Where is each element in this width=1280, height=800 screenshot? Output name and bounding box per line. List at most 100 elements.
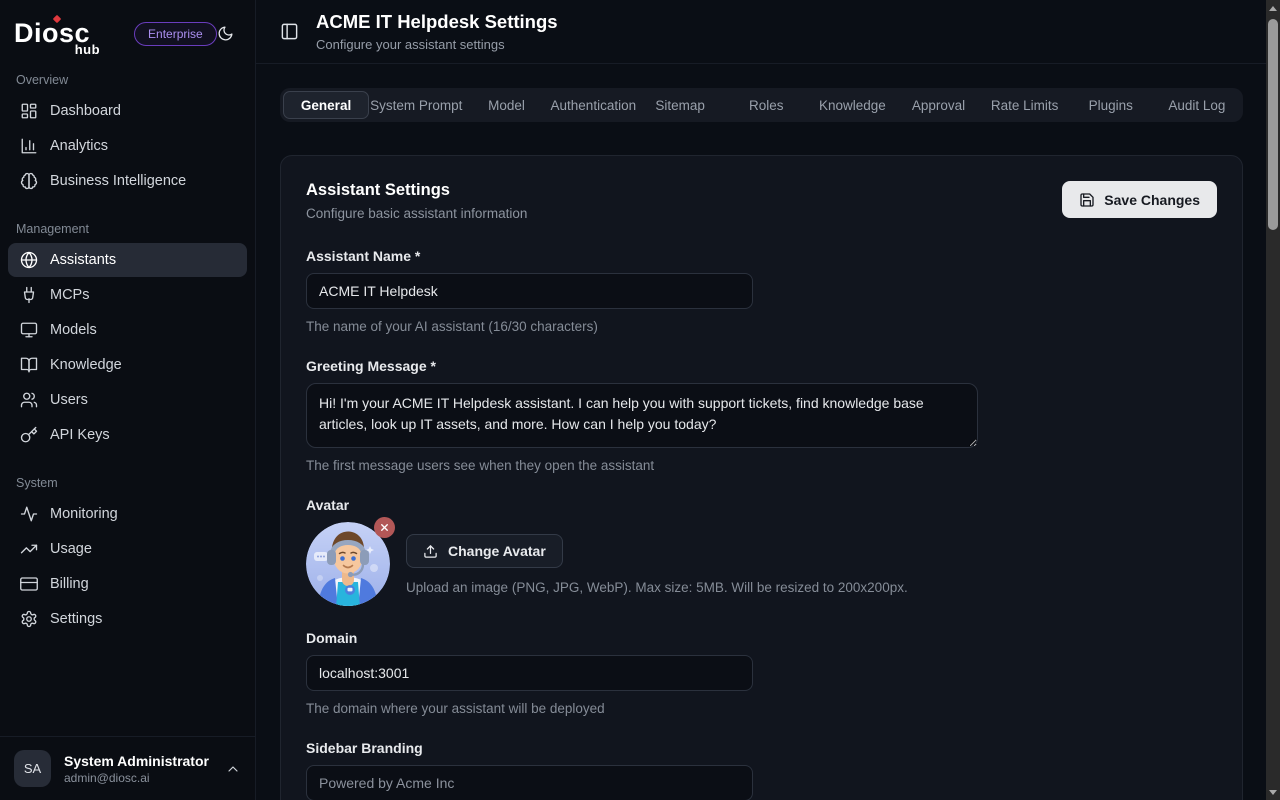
- tab-general[interactable]: General: [283, 91, 369, 119]
- bar-chart-icon: [20, 137, 38, 155]
- plug-icon: [20, 286, 38, 304]
- assistant-name-field-group: Assistant Name * The name of your AI ass…: [306, 248, 1217, 334]
- sidebar-item-label: Dashboard: [50, 103, 121, 119]
- brand-logo: Diosc hub: [14, 20, 90, 47]
- credit-card-icon: [20, 575, 38, 593]
- greeting-label: Greeting Message *: [306, 358, 1217, 374]
- sidebar-item-label: Settings: [50, 611, 102, 627]
- sidebar-nav: Overview Dashboard Analytics Business In…: [0, 59, 255, 637]
- page-content: General System Prompt Model Authenticati…: [256, 64, 1280, 800]
- scrollbar-thumb[interactable]: [1268, 19, 1278, 230]
- enterprise-badge: Enterprise: [134, 22, 217, 46]
- scroll-up-icon: [1269, 6, 1277, 11]
- sidebar-item-label: Business Intelligence: [50, 173, 186, 189]
- dark-mode-toggle[interactable]: [217, 25, 234, 42]
- tab-plugins[interactable]: Plugins: [1068, 91, 1154, 119]
- avatar-preview: [306, 522, 390, 606]
- sidebar-item-label: Billing: [50, 576, 89, 592]
- vertical-scrollbar: [1266, 0, 1280, 800]
- scroll-down-button[interactable]: [1266, 785, 1280, 799]
- user-avatar: SA: [14, 750, 51, 787]
- sidebar-item-monitoring[interactable]: Monitoring: [8, 497, 247, 531]
- sidebar-item-label: Analytics: [50, 138, 108, 154]
- main-area: ACME IT Helpdesk Settings Configure your…: [256, 0, 1280, 800]
- tab-roles[interactable]: Roles: [723, 91, 809, 119]
- assistant-settings-card: Assistant Settings Configure basic assis…: [280, 155, 1243, 800]
- domain-label: Domain: [306, 630, 1217, 646]
- avatar-label: Avatar: [306, 497, 1217, 513]
- sidebar-item-label: Usage: [50, 541, 92, 557]
- sidebar-item-mcps[interactable]: MCPs: [8, 278, 247, 312]
- brand-sub: hub: [75, 43, 100, 56]
- sidebar-item-api-keys[interactable]: API Keys: [8, 418, 247, 452]
- scroll-up-button[interactable]: [1266, 1, 1280, 15]
- avatar-helper: Upload an image (PNG, JPG, WebP). Max si…: [406, 580, 908, 595]
- page-title: ACME IT Helpdesk Settings: [316, 11, 558, 33]
- tab-audit-log[interactable]: Audit Log: [1154, 91, 1240, 119]
- page-header: ACME IT Helpdesk Settings Configure your…: [256, 0, 1280, 64]
- tab-system-prompt[interactable]: System Prompt: [369, 91, 463, 119]
- user-menu[interactable]: SA System Administrator admin@diosc.ai: [0, 736, 255, 800]
- tab-rate-limits[interactable]: Rate Limits: [982, 91, 1068, 119]
- sidebar-item-billing[interactable]: Billing: [8, 567, 247, 601]
- sidebar-item-users[interactable]: Users: [8, 383, 247, 417]
- sidebar-item-business-intelligence[interactable]: Business Intelligence: [8, 164, 247, 198]
- assistant-name-label: Assistant Name *: [306, 248, 1217, 264]
- remove-avatar-button[interactable]: [374, 517, 395, 538]
- user-initials: SA: [24, 761, 41, 776]
- avatar-field-group: Avatar: [306, 497, 1217, 606]
- sidebar-item-usage[interactable]: Usage: [8, 532, 247, 566]
- section-label-overview: Overview: [16, 73, 239, 87]
- brain-icon: [20, 172, 38, 190]
- tab-model[interactable]: Model: [463, 91, 549, 119]
- branding-label: Sidebar Branding: [306, 740, 1217, 756]
- app-window: Diosc hub Enterprise Overview Dashboard …: [0, 0, 1280, 800]
- gear-icon: [20, 610, 38, 628]
- avatar-row: Change Avatar Upload an image (PNG, JPG,…: [306, 522, 1217, 606]
- key-icon: [20, 426, 38, 444]
- tab-sitemap[interactable]: Sitemap: [637, 91, 723, 119]
- avatar-actions: Change Avatar Upload an image (PNG, JPG,…: [406, 522, 908, 595]
- section-label-system: System: [16, 476, 239, 490]
- sidebar-collapse-button[interactable]: [280, 22, 299, 41]
- sidebar-item-assistants[interactable]: Assistants: [8, 243, 247, 277]
- sidebar-item-models[interactable]: Models: [8, 313, 247, 347]
- card-title: Assistant Settings: [306, 181, 527, 200]
- section-label-management: Management: [16, 222, 239, 236]
- activity-icon: [20, 505, 38, 523]
- sidebar-item-label: API Keys: [50, 427, 110, 443]
- save-changes-label: Save Changes: [1104, 192, 1200, 208]
- sidebar: Diosc hub Enterprise Overview Dashboard …: [0, 0, 256, 800]
- branding-input[interactable]: [306, 765, 753, 800]
- greeting-textarea[interactable]: Hi! I'm your ACME IT Helpdesk assistant.…: [306, 383, 978, 448]
- save-icon: [1079, 192, 1095, 208]
- sidebar-item-dashboard[interactable]: Dashboard: [8, 94, 247, 128]
- globe-icon: [20, 251, 38, 269]
- card-header-text: Assistant Settings Configure basic assis…: [306, 181, 527, 221]
- panel-left-icon: [280, 22, 299, 41]
- sidebar-item-analytics[interactable]: Analytics: [8, 129, 247, 163]
- change-avatar-label: Change Avatar: [448, 543, 546, 559]
- assistant-name-helper: The name of your AI assistant (16/30 cha…: [306, 319, 1217, 334]
- page-subtitle: Configure your assistant settings: [316, 37, 558, 52]
- moon-icon: [217, 25, 234, 42]
- chevron-up-icon: [225, 761, 241, 777]
- settings-tab-bar: General System Prompt Model Authenticati…: [280, 88, 1243, 122]
- sidebar-item-label: MCPs: [50, 287, 89, 303]
- domain-input[interactable]: [306, 655, 753, 691]
- sidebar-header: Diosc hub Enterprise: [0, 0, 255, 59]
- card-header: Assistant Settings Configure basic assis…: [306, 181, 1217, 221]
- domain-field-group: Domain The domain where your assistant w…: [306, 630, 1217, 716]
- user-name: System Administrator: [64, 753, 209, 769]
- save-changes-button[interactable]: Save Changes: [1062, 181, 1217, 218]
- sidebar-item-settings[interactable]: Settings: [8, 602, 247, 636]
- domain-helper: The domain where your assistant will be …: [306, 701, 1217, 716]
- page-header-text: ACME IT Helpdesk Settings Configure your…: [316, 11, 558, 52]
- upload-icon: [423, 544, 438, 559]
- tab-knowledge[interactable]: Knowledge: [809, 91, 895, 119]
- tab-authentication[interactable]: Authentication: [550, 91, 638, 119]
- change-avatar-button[interactable]: Change Avatar: [406, 534, 563, 568]
- assistant-name-input[interactable]: [306, 273, 753, 309]
- tab-approval[interactable]: Approval: [895, 91, 981, 119]
- sidebar-item-knowledge[interactable]: Knowledge: [8, 348, 247, 382]
